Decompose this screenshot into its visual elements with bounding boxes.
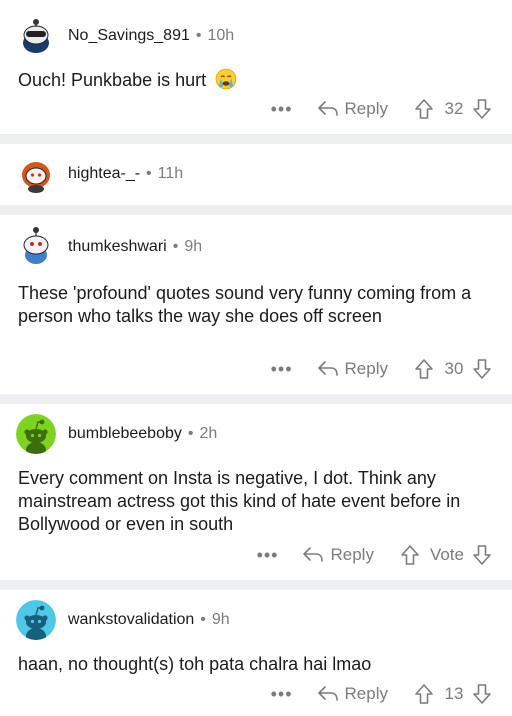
comment-body: These 'profound' quotes sound very funny… (18, 283, 472, 326)
avatar[interactable] (16, 600, 56, 640)
reply-label: Reply (330, 545, 374, 564)
comment-actions: ••• Reply 32 (271, 97, 492, 121)
comment-actions: ••• Reply 13 (271, 682, 492, 706)
comment-actions: ••• Reply Vote (257, 543, 492, 567)
divider (0, 134, 512, 144)
username[interactable]: No_Savings_891 (68, 27, 190, 44)
username[interactable]: bumblebeeboby (68, 425, 182, 442)
reply-button[interactable]: Reply (317, 359, 388, 379)
vote-controls: 32 (414, 98, 492, 120)
separator-dot: • (187, 425, 194, 442)
vote-score: 32 (444, 99, 464, 118)
timestamp: 9h (211, 611, 230, 628)
divider (0, 205, 512, 215)
vote-controls: 30 (414, 358, 492, 380)
upvote-arrow-icon[interactable] (414, 98, 434, 120)
reply-arrow-icon (317, 686, 338, 701)
downvote-arrow-icon[interactable] (472, 544, 492, 566)
comment-meta: No_Savings_891 • 10h (68, 26, 234, 46)
more-options-button[interactable]: ••• (271, 360, 293, 378)
reply-arrow-icon (317, 361, 338, 376)
comment-text: Ouch! Punkbabe is hurt (18, 70, 207, 90)
timestamp: 11h (157, 165, 184, 182)
divider (0, 580, 512, 590)
separator-dot: • (146, 165, 152, 182)
more-options-button[interactable]: ••• (257, 546, 279, 564)
downvote-arrow-icon[interactable] (472, 683, 492, 705)
vote-score: Vote (429, 545, 464, 564)
comment-body: Ouch! Punkbabe is hurt (18, 68, 498, 92)
separator-dot: • (200, 611, 206, 628)
reply-arrow-icon (317, 101, 338, 116)
reply-label: Reply (344, 359, 388, 378)
upvote-arrow-icon[interactable] (414, 358, 434, 380)
comment-meta: wankstovalidation • 9h (68, 610, 230, 630)
reply-arrow-icon (303, 547, 324, 562)
reply-button[interactable]: Reply (317, 99, 388, 119)
avatar[interactable] (16, 16, 56, 56)
separator-dot: • (172, 238, 179, 255)
downvote-arrow-icon[interactable] (472, 358, 492, 380)
reply-label: Reply (344, 99, 388, 118)
avatar[interactable] (16, 225, 56, 265)
username[interactable]: wankstovalidation (68, 611, 194, 628)
reply-label: Reply (344, 684, 388, 703)
vote-controls: Vote (400, 544, 492, 566)
more-options-button[interactable]: ••• (271, 100, 293, 118)
reply-button[interactable]: Reply (317, 684, 388, 704)
reply-button[interactable]: Reply (302, 545, 374, 565)
divider (0, 394, 512, 404)
crying-face-icon (215, 68, 237, 90)
vote-controls: 13 (414, 683, 492, 705)
vote-score: 13 (444, 684, 464, 703)
default-snoo-avatar-icon (16, 600, 56, 640)
avatar[interactable] (16, 154, 56, 194)
timestamp: 2h (199, 425, 218, 442)
vote-score: 30 (444, 359, 464, 378)
comment-actions: ••• Reply 30 (271, 357, 492, 381)
timestamp: 9h (184, 238, 203, 255)
comment-meta: hightea-_- • 11h (68, 164, 183, 184)
comment-meta: thumkeshwari • 9h (68, 237, 202, 257)
snoo-avatar-icon (16, 225, 56, 265)
comment-body: haan, no thought(s) toh pata chalra hai … (18, 654, 372, 674)
comment-meta: bumblebeeboby • 2h (68, 424, 217, 444)
comment-body: Every comment on Insta is negative, I do… (18, 468, 461, 534)
default-snoo-avatar-icon (16, 414, 56, 454)
upvote-arrow-icon[interactable] (414, 683, 434, 705)
username[interactable]: hightea-_- (68, 165, 140, 182)
avatar[interactable] (16, 414, 56, 454)
separator-dot: • (195, 27, 202, 44)
snoo-avatar-icon (16, 16, 56, 56)
username[interactable]: thumkeshwari (68, 238, 167, 255)
upvote-arrow-icon[interactable] (400, 544, 420, 566)
more-options-button[interactable]: ••• (271, 685, 293, 703)
downvote-arrow-icon[interactable] (472, 98, 492, 120)
timestamp: 10h (207, 27, 235, 44)
snoo-avatar-icon (16, 154, 56, 194)
